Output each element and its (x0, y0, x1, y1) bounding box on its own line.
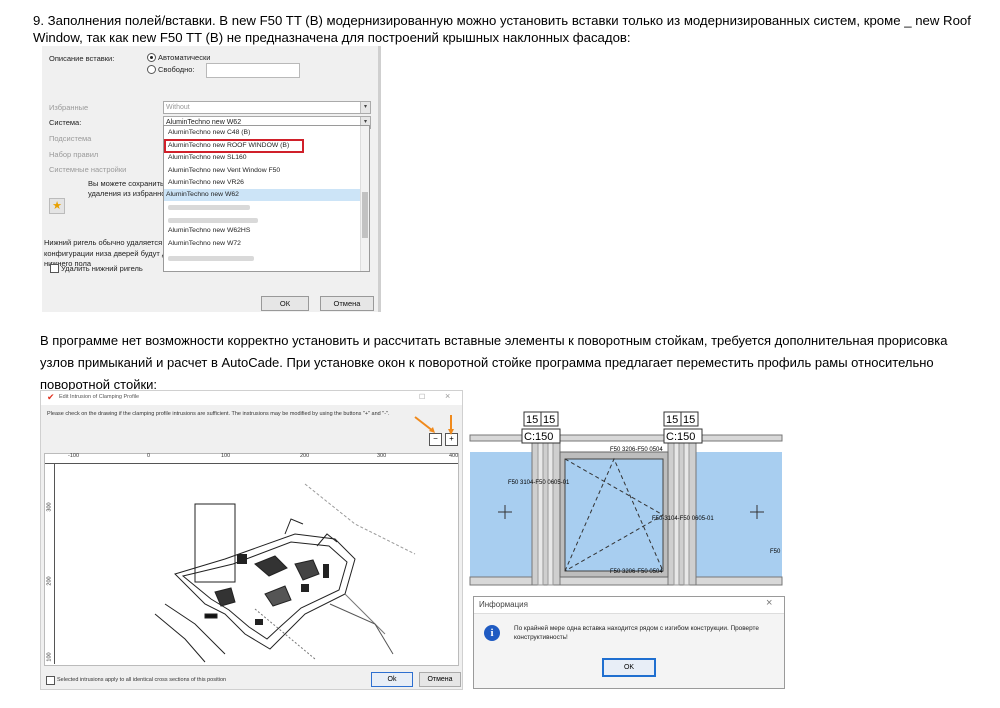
dim-top-left-a: 15 (526, 414, 538, 426)
dim-top-right-a: 15 (666, 414, 678, 426)
profile-label-right: F50-3104-F50 0605-01 (652, 516, 714, 522)
chevron-down-icon: ▾ (360, 102, 370, 113)
paragraph2-line-2: узлов примыканий и расчет в AutoCade. Пр… (40, 355, 934, 370)
dim-top-left-b: 15 (543, 414, 555, 426)
ruler-label: 300 (46, 502, 53, 512)
ruler-label: 0 (147, 453, 151, 459)
dim-top-right-b: 15 (683, 414, 695, 426)
cancel-button[interactable]: Отмена (320, 296, 374, 311)
blurred-item (168, 256, 254, 261)
dropdown-item-highlighted[interactable]: AluminTechno new ROOF WINDOW (B) (164, 139, 304, 153)
favorites-combo[interactable]: Without ▾ (163, 101, 371, 114)
dropdown-item[interactable]: AluminTechno new VR26 (166, 177, 358, 189)
info-icon: i (484, 625, 500, 641)
system-settings-label: Системные настройки (49, 165, 127, 174)
subsystem-label: Подсистема (49, 134, 92, 143)
heading-paragraph: 9. Заполнения полей/вставки. В new F50 T… (33, 12, 973, 46)
save-hint-2: удаления из избранно (88, 189, 166, 198)
insert-settings-dialog: Описание вставки: Автоматически Свободно… (42, 46, 381, 312)
clamping-profile-dialog: ✔ Edit Intrusion of Clamping Profile ☐ ×… (40, 390, 463, 690)
radio-free[interactable] (147, 65, 156, 74)
ok-button[interactable]: ОК (261, 296, 309, 311)
dropdown-item-selected[interactable]: AluminTechno new W62 (164, 189, 361, 201)
profile-label-top: F50 3206-F50 0504 (610, 447, 663, 453)
lower-rail-hint-2: конфигурации низа дверей будут д (44, 249, 167, 258)
paragraph2-line-1: В программе нет возможности корректно ус… (40, 333, 948, 348)
ruler-label: 100 (46, 652, 53, 662)
orange-arrows-icon (414, 415, 454, 435)
info-message-1: По крайней мере одна вставка находится р… (514, 625, 759, 632)
free-text-input[interactable] (206, 63, 300, 78)
scroll-thumb[interactable] (362, 192, 368, 238)
apply-all-label: Selected intrusions apply to all identic… (57, 677, 227, 683)
lower-rail-hint-1: Нижний ригель обычно удаляется п (44, 238, 169, 247)
ruler-label: 300 (377, 453, 387, 459)
info-message-2: конструктивность! (514, 634, 568, 641)
ok-button[interactable]: Ok (371, 672, 413, 687)
heading-line-2: Window, так как new F50 TT (B) не предна… (33, 30, 631, 45)
blurred-item (168, 205, 250, 210)
ruler-label: 200 (300, 453, 310, 459)
info-title-bar: Информация × (474, 597, 784, 614)
profile-drawing-canvas[interactable]: -100 0 100 200 300 400 300 200 100 (44, 453, 459, 666)
ruler-label: 200 (46, 576, 53, 586)
dropdown-item[interactable]: AluminTechno new SL160 (166, 152, 358, 164)
c-left-label: C:150 (524, 431, 553, 443)
dropdown-item[interactable]: AluminTechno new W62HS (166, 225, 358, 237)
dialog-title: Edit Intrusion of Clamping Profile (59, 394, 140, 400)
radio-auto[interactable] (147, 53, 156, 62)
window-elevation-drawing: 15 15 15 15 C:150 C:150 F50 3104-F50 060… (468, 407, 784, 587)
system-label: Система: (49, 118, 82, 127)
cancel-button[interactable]: Отмена (419, 672, 461, 687)
window-elevation-svg: 15 15 15 15 C:150 C:150 F50 3104-F50 060… (469, 411, 783, 586)
app-logo-icon: ✔ (47, 392, 55, 402)
instruction-text: Please check on the drawing if the clamp… (47, 411, 390, 417)
c-right-label: C:150 (666, 431, 695, 443)
favorites-label: Избранные (49, 103, 89, 112)
profile-cross-section-drawing (154, 483, 416, 663)
blurred-item (168, 218, 258, 223)
profile-label-left: F50 3104-F50 0605-01 (508, 480, 570, 486)
profile-label-bottom: F50 3206-F50 0504 (610, 569, 663, 575)
close-icon[interactable]: × (766, 597, 772, 609)
system-dropdown-list: AluminTechno new C48 (B) AluminTechno ne… (163, 125, 370, 272)
ruler-label: 100 (221, 453, 231, 459)
delete-lower-rail-checkbox[interactable] (50, 264, 59, 273)
vertical-ruler: 300 200 100 (45, 464, 55, 664)
save-hint-1: Вы можете сохранить (88, 179, 164, 188)
dropdown-item[interactable]: AluminTechno new Vent Window F50 (166, 165, 358, 177)
dropdown-item[interactable]: AluminTechno new C48 (B) (166, 127, 358, 139)
radio-auto-label: Автоматически (158, 53, 211, 62)
apply-all-checkbox[interactable] (46, 676, 55, 685)
horizontal-ruler: -100 0 100 200 300 400 (45, 453, 459, 464)
title-bar: ✔ Edit Intrusion of Clamping Profile ☐ × (41, 391, 462, 405)
info-ok-button[interactable]: OK (602, 658, 656, 677)
radio-free-label: Свободно: (158, 65, 195, 74)
insert-desc-label: Описание вставки: (49, 54, 115, 63)
dropdown-item[interactable]: AluminTechno new W72 (166, 238, 358, 250)
info-title: Информация (479, 600, 528, 609)
star-icon[interactable]: ★ (49, 198, 65, 214)
ruler-label: -100 (68, 453, 80, 459)
heading-line-1: 9. Заполнения полей/вставки. В new F50 T… (33, 13, 971, 28)
ruler-label: 400 (449, 453, 459, 459)
delete-lower-rail-label: Удалить нижний ригель (61, 264, 143, 273)
rotation-post-paragraph: В программе нет возможности корректно ус… (40, 330, 980, 396)
info-dialog: Информация × i По крайней мере одна вста… (473, 596, 785, 689)
ruleset-label: Набор правил (49, 150, 99, 159)
close-icon[interactable]: × (445, 391, 450, 401)
favorites-value: Without (166, 104, 190, 111)
maximize-icon[interactable]: ☐ (419, 393, 425, 401)
dropdown-scrollbar[interactable] (360, 126, 369, 271)
profile-label-edge: F50 (770, 549, 781, 555)
